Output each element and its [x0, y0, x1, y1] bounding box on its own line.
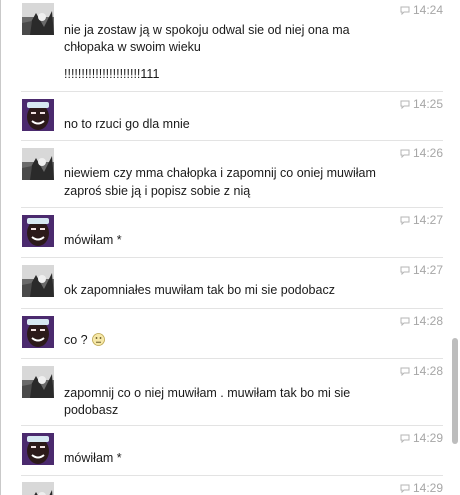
chat-bubble-icon: [400, 149, 410, 158]
user-avatar[interactable]: [22, 215, 54, 247]
timestamp-text: 14:25: [412, 97, 443, 111]
user-avatar[interactable]: [22, 316, 54, 348]
chat-scrollbar[interactable]: [450, 0, 460, 495]
message-divider: [21, 257, 443, 258]
chat-transcript: 14:24 nie ja zostaw ją w spokoju odwal s…: [0, 0, 460, 495]
user-avatar[interactable]: [22, 99, 54, 131]
message-text: chłopaka w swoim wieku: [64, 40, 201, 54]
message-divider: [21, 308, 443, 309]
chat-bubble-icon: [400, 317, 410, 326]
message-divider: [21, 358, 443, 359]
message-timestamp: 14:24: [400, 3, 443, 17]
slight-frown-emoji-icon: [91, 333, 105, 346]
message-divider: [21, 425, 443, 426]
message-text: nie ja zostaw ją w spokoju odwal sie od …: [64, 23, 350, 37]
message-timestamp: 14:27: [400, 263, 443, 277]
message-divider: [21, 207, 443, 208]
friend-avatar[interactable]: [22, 148, 54, 180]
timestamp-text: 14:29: [412, 431, 443, 445]
timestamp-text: 14:27: [412, 213, 443, 227]
friend-avatar[interactable]: [22, 482, 54, 495]
chat-bubble-icon: [400, 266, 410, 275]
message-text: !!!!!!!!!!!!!!!!!!!!!!111: [64, 67, 160, 81]
timestamp-text: 14:24: [412, 3, 443, 17]
timestamp-text: 14:28: [412, 364, 443, 378]
timestamp-text: 14:29: [412, 481, 443, 495]
message-timestamp: 14:27: [400, 213, 443, 227]
scrollbar-thumb[interactable]: [452, 338, 458, 444]
chat-bubble-icon: [400, 100, 410, 109]
timestamp-text: 14:27: [412, 263, 443, 277]
chat-bubble-icon: [400, 434, 410, 443]
message-timestamp: 14:28: [400, 314, 443, 328]
chat-bubble-icon: [400, 6, 410, 15]
message-divider: [21, 140, 443, 141]
message-text: podobasz: [64, 403, 119, 417]
chat-bubble-icon: [400, 484, 410, 493]
message-text: ok zapomniałes muwiłam tak bo mi sie pod…: [64, 283, 335, 297]
message-divider: [21, 91, 443, 92]
message-timestamp: 14:29: [400, 431, 443, 445]
message-timestamp: 14:29: [400, 481, 443, 495]
timestamp-text: 14:26: [412, 146, 443, 160]
timestamp-text: 14:28: [412, 314, 443, 328]
friend-avatar[interactable]: [22, 3, 54, 35]
message-text-content: co ?: [64, 333, 88, 347]
message-divider: [21, 475, 443, 476]
chat-bubble-icon: [400, 367, 410, 376]
message-text: mówiłam *: [64, 233, 122, 247]
message-text: zaproś sbie ją i popisz sobie z nią: [64, 184, 251, 198]
message-text: niewiem czy mma chałopka i zapomnij co o…: [64, 166, 376, 180]
chat-bubble-icon: [400, 216, 410, 225]
friend-avatar[interactable]: [22, 366, 54, 398]
message-text: mówiłam *: [64, 451, 122, 465]
user-avatar[interactable]: [22, 433, 54, 465]
message-text: zapomnij co o niej muwiłam . muwiłam tak…: [64, 386, 351, 400]
message-text: no to rzuci go dla mnie: [64, 117, 190, 131]
message-timestamp: 14:28: [400, 364, 443, 378]
message-timestamp: 14:26: [400, 146, 443, 160]
friend-avatar[interactable]: [22, 265, 54, 297]
message-text: co ?: [64, 332, 105, 349]
message-timestamp: 14:25: [400, 97, 443, 111]
